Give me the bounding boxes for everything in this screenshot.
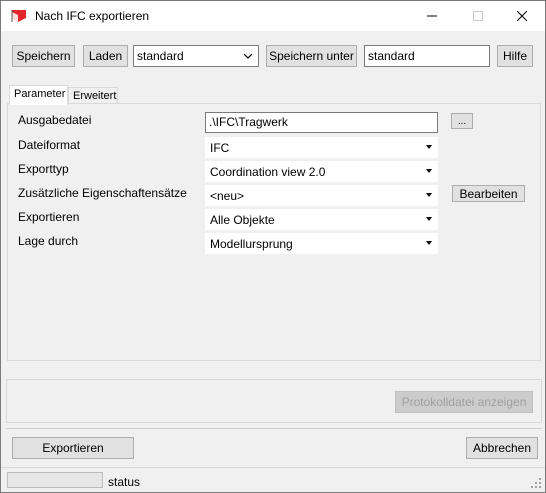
edit-property-sets-button[interactable]: Bearbeiten	[452, 185, 525, 202]
app-icon	[11, 10, 26, 22]
cancel-button[interactable]: Abbrechen	[466, 437, 538, 459]
minimize-button[interactable]	[409, 1, 455, 31]
resize-grip-icon[interactable]	[531, 478, 542, 489]
close-button[interactable]	[499, 1, 545, 31]
file-format-value: IFC	[210, 141, 230, 155]
parameter-panel: Ausgabedatei .\IFC\Tragwerk ... Dateifor…	[7, 103, 541, 361]
position-value: Modellursprung	[210, 237, 293, 251]
export-button[interactable]: Exportieren	[12, 437, 134, 459]
export-scope-label: Exportieren	[18, 210, 80, 224]
export-type-label: Exporttyp	[18, 162, 69, 176]
dropdown-arrow-icon	[426, 217, 432, 221]
title-bar[interactable]: Nach IFC exportieren	[1, 1, 545, 31]
position-label: Lage durch	[18, 234, 79, 248]
window-title: Nach IFC exportieren	[35, 9, 150, 23]
browse-button[interactable]: ...	[451, 113, 473, 129]
status-bar	[1, 467, 545, 468]
property-sets-value: <neu>	[210, 189, 245, 203]
help-button[interactable]: Hilfe	[497, 45, 533, 67]
position-dropdown[interactable]: Modellursprung	[205, 233, 438, 254]
file-format-dropdown[interactable]: IFC	[205, 137, 438, 158]
dropdown-arrow-icon	[426, 169, 432, 173]
close-icon	[517, 11, 527, 21]
separator	[6, 428, 542, 429]
export-type-value: Coordination view 2.0	[210, 165, 326, 179]
export-scope-dropdown[interactable]: Alle Objekte	[205, 209, 438, 230]
output-file-label: Ausgabedatei	[18, 113, 92, 127]
load-button[interactable]: Laden	[83, 45, 128, 67]
progress-bar	[7, 472, 103, 488]
export-ifc-dialog: Nach IFC exportieren Speichern Laden sta…	[0, 0, 546, 493]
maximize-icon	[473, 11, 483, 21]
status-text: status	[108, 475, 141, 489]
tab-parameter[interactable]: Parameter	[9, 85, 68, 105]
preset-dropdown[interactable]: standard	[133, 45, 259, 67]
dropdown-arrow-icon	[426, 241, 432, 245]
tab-control: Parameter Erweitert Ausgabedatei .\IFC\T…	[7, 85, 541, 361]
dropdown-arrow-icon	[426, 145, 432, 149]
log-group: Protokolldatei anzeigen	[6, 379, 542, 423]
dropdown-arrow-icon	[426, 193, 432, 197]
save-button[interactable]: Speichern	[12, 45, 75, 67]
output-file-field[interactable]: .\IFC\Tragwerk	[205, 112, 438, 133]
export-type-dropdown[interactable]: Coordination view 2.0	[205, 161, 438, 182]
file-format-label: Dateiformat	[18, 138, 81, 152]
minimize-icon	[427, 15, 437, 17]
maximize-button	[455, 1, 501, 31]
property-sets-label: Zusätzliche Eigenschaftensätze	[18, 186, 187, 200]
show-log-button: Protokolldatei anzeigen	[395, 391, 533, 413]
export-scope-value: Alle Objekte	[210, 213, 275, 227]
save-as-button[interactable]: Speichern unter	[266, 45, 357, 67]
save-as-name-field[interactable]: standard	[364, 45, 490, 67]
chevron-down-icon	[240, 48, 256, 64]
preset-value: standard	[137, 49, 184, 63]
property-sets-dropdown[interactable]: <neu>	[205, 185, 438, 206]
